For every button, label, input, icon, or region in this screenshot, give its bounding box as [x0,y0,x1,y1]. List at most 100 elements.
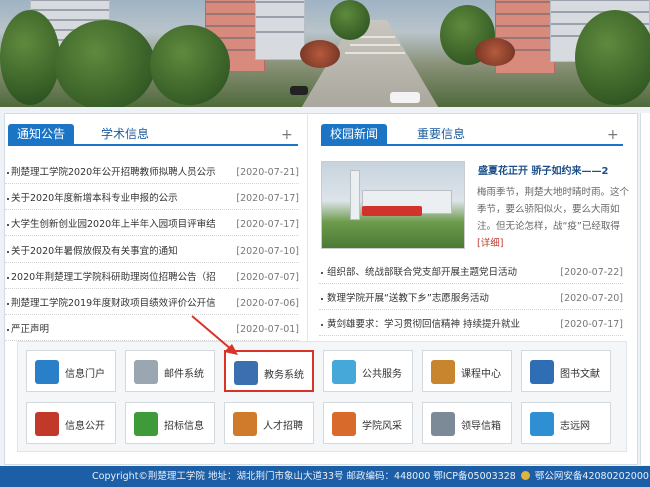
quick-link-label: 学院风采 [362,421,402,432]
footer-police-record: 鄂公网安备42080202000 [534,471,649,482]
notice-item-date: [2020-07-21] [236,167,299,178]
chat-bubble-icon [332,360,356,384]
campus-more-button[interactable]: + [607,128,619,142]
notice-item-date: [2020-07-17] [236,219,299,231]
bullet-icon [7,303,9,305]
bullet-icon [7,329,9,332]
notice-item[interactable]: 荆楚理工学院2020年公开招聘教师拟聘人员公示 [2020-07-21] [5,162,299,184]
notice-item-date: [2020-07-06] [236,298,299,309]
books-icon [431,360,455,384]
notice-item[interactable]: 严正声明 [2020-07-01] [5,319,299,342]
campus-news-item-title[interactable]: 黄剑雄要求：学习贯彻回信精神 持续提升就业 [327,314,555,336]
notices-more-button[interactable]: + [281,128,293,142]
banner-tree [0,10,60,105]
quick-link-label: 课程中心 [461,369,501,380]
people-icon [233,412,257,436]
notice-item-title[interactable]: 关于2020年度新增本科专业申报的公示 [11,188,229,210]
footer: Copyright©荆楚理工学院 地址：湖北荆门市象山大道33号 邮政编码：44… [0,466,650,487]
campus-banner [0,0,650,107]
notice-item-title[interactable]: 2020年荆楚理工学院科研助理岗位招聘公告（招 [11,267,229,289]
notices-tab-underline [8,144,298,146]
notice-item-date: [2020-07-01] [236,324,299,336]
campus-news-item-date: [2020-07-17] [560,319,623,330]
quick-link-label: 领导信箱 [461,421,501,432]
quick-link-label: 图书文献 [560,369,600,380]
quick-link-label: 信息门户 [65,369,105,380]
notice-item-title[interactable]: 严正声明 [11,319,229,341]
book-icon [530,360,554,384]
quick-link-tile[interactable]: 教务系统 [224,350,314,392]
feature-news-image[interactable] [321,161,465,249]
notice-item[interactable]: 关于2020年暑假放假及有关事宜的通知 [2020-07-10] [5,241,299,263]
quick-link-label: 志远网 [560,421,590,432]
notice-item-title[interactable]: 荆楚理工学院2019年度财政项目绩效评价公开信 [11,293,229,315]
quick-link-tile[interactable]: 信息公开 [26,402,116,444]
banner-tree [150,25,230,105]
quick-link-tile[interactable]: 公共服务 [323,350,413,392]
banner-tree [55,20,155,107]
tab-campus-news[interactable]: 校园新闻 [321,124,388,144]
laptop-icon [234,361,258,385]
quick-link-tile[interactable]: 领导信箱 [422,402,512,444]
building-icon [332,412,356,436]
banner-tree [575,10,650,105]
campus-news-item[interactable]: 组织部、统战部联合党支部开展主题党日活动 [2020-07-22] [319,262,623,284]
feature-news-summary: 梅雨季节，荆楚大地时晴时雨。这个季节，要么骄阳似火，要么大雨如注。但无论怎样，战… [477,184,629,252]
bullet-icon [7,198,9,201]
feature-news-text: 梅雨季节，荆楚大地时晴时雨。这个季节，要么骄阳似火，要么大雨如注。但无论怎样，战… [477,187,630,232]
campus-news-item-title[interactable]: 组织部、统战部联合党支部开展主题党日活动 [327,262,555,284]
compass-icon [530,412,554,436]
notice-item-title[interactable]: 荆楚理工学院2020年公开招聘教师拟聘人员公示 [11,162,229,184]
quick-link-label: 人才招聘 [263,421,303,432]
campus-news-item-date: [2020-07-20] [560,293,623,304]
campus-news-item[interactable]: 数理学院开展“送教下乡”志愿服务活动 [2020-07-20] [319,288,623,310]
document-icon [35,412,59,436]
quick-link-tile[interactable]: 图书文献 [521,350,611,392]
bullet-icon [321,272,323,274]
quick-link-tile[interactable]: 邮件系统 [125,350,215,392]
bullet-icon [7,276,9,279]
banner-flowerbed [300,40,340,68]
feature-red-banner [362,206,422,216]
quick-link-tile[interactable]: 课程中心 [422,350,512,392]
campus-tab-underline [321,144,623,146]
banner-car [290,86,308,95]
tab-notices[interactable]: 通知公告 [8,124,75,144]
quick-link-tile[interactable]: 人才招聘 [224,402,314,444]
feature-news-more-link[interactable]: [详细] [477,238,503,249]
banner-car [390,92,420,103]
feature-tower [350,170,360,220]
campus-news-item[interactable]: 黄剑雄要求：学习贯彻回信精神 持续提升就业 [2020-07-17] [319,314,623,336]
banner-tree [330,0,370,40]
tab-important[interactable]: 重要信息 [417,124,465,144]
notice-item[interactable]: 荆楚理工学院2019年度财政项目绩效评价公开信 [2020-07-06] [5,293,299,315]
right-side-panel-edge [640,113,650,465]
feature-news-title[interactable]: 盛夏花正开 骄子如约来——2 [478,162,608,177]
quick-link-label: 信息公开 [65,421,105,432]
quick-link-tile[interactable]: 招标信息 [125,402,215,444]
quick-link-tile[interactable]: 信息门户 [26,350,116,392]
news-panel: 通知公告 学术信息 + 荆楚理工学院2020年公开招聘教师拟聘人员公示 [2020… [4,113,638,465]
notice-item-title[interactable]: 大学生创新创业园2020年上半年入园项目评审结 [11,214,229,236]
envelope-icon [431,412,455,436]
police-badge-icon [520,471,530,480]
notice-item[interactable]: 大学生创新创业园2020年上半年入园项目评审结 [2020-07-17] [5,214,299,237]
footer-copyright: Copyright©荆楚理工学院 地址：湖北荆门市象山大道33号 邮政编码：44… [92,471,516,482]
quick-link-tile[interactable]: 志远网 [521,402,611,444]
quick-link-tile[interactable]: 学院风采 [323,402,413,444]
tab-academic[interactable]: 学术信息 [101,124,149,144]
notice-item[interactable]: 关于2020年度新增本科专业申报的公示 [2020-07-17] [5,188,299,211]
mail-icon [134,360,158,384]
bullet-icon [321,324,323,326]
banner-flowerbed [475,38,515,66]
campus-news-item-title[interactable]: 数理学院开展“送教下乡”志愿服务活动 [327,288,555,310]
notice-item-date: [2020-07-17] [236,193,299,205]
portal-icon [35,360,59,384]
handshake-icon [134,412,158,436]
notice-item[interactable]: 2020年荆楚理工学院科研助理岗位招聘公告（招 [2020-07-07] [5,267,299,289]
notice-item-title[interactable]: 关于2020年暑假放假及有关事宜的通知 [11,241,229,263]
quick-link-label: 邮件系统 [164,369,204,380]
bullet-icon [7,250,9,253]
notice-item-date: [2020-07-10] [236,245,299,257]
notice-item-date: [2020-07-07] [236,271,299,283]
